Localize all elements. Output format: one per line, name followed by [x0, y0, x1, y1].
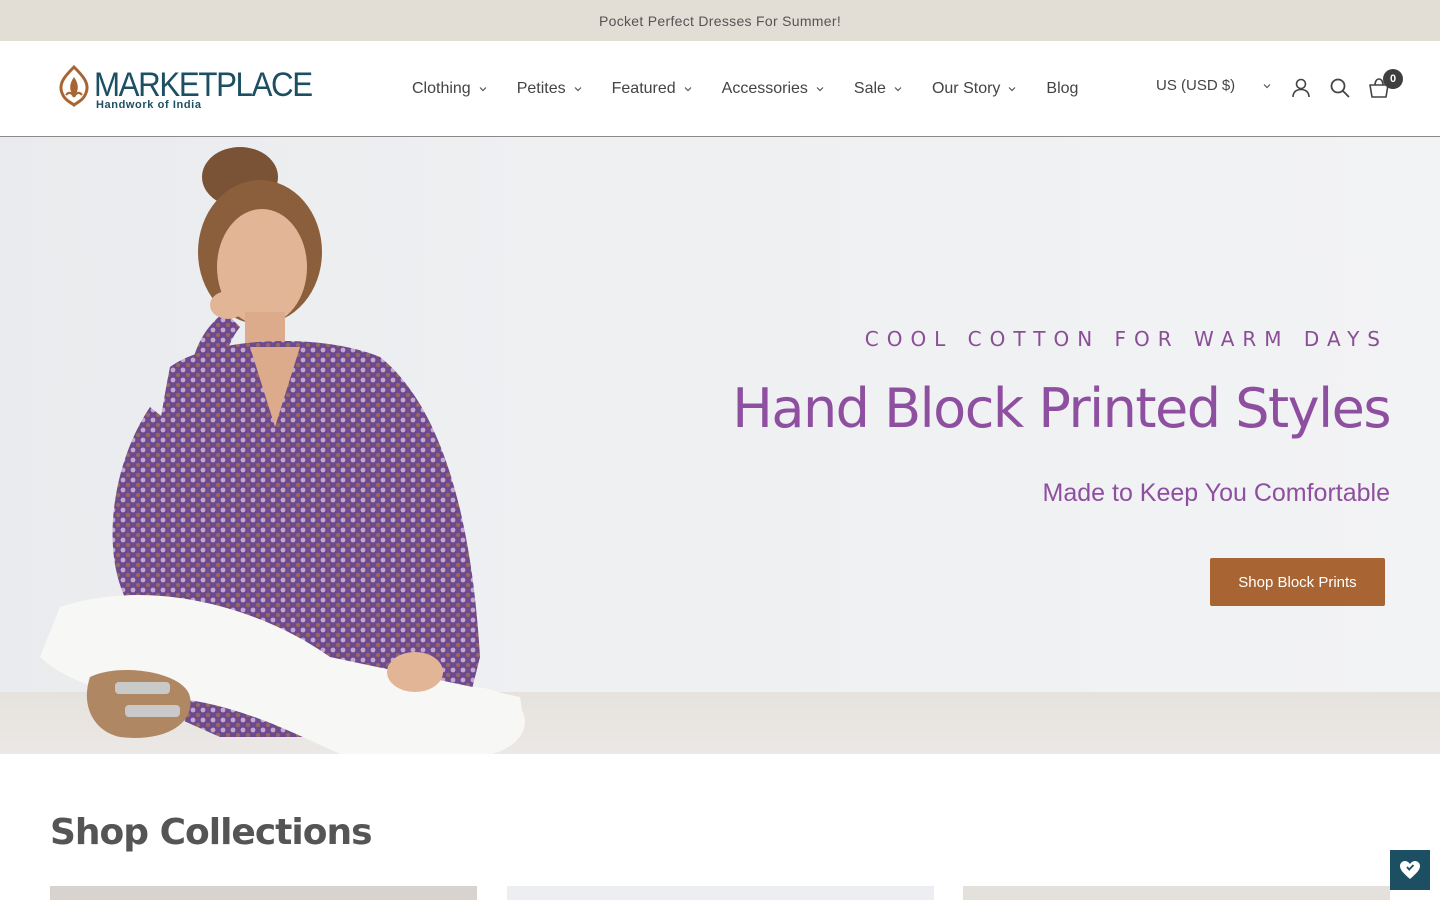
main-nav: Clothing Petites Featured Accessories Sa…: [412, 41, 1078, 137]
nav-item-our-story[interactable]: Our Story: [932, 80, 1016, 98]
heart-icon: [1400, 861, 1420, 879]
collection-card[interactable]: [50, 886, 477, 900]
nav-item-label: Accessories: [721, 80, 808, 97]
nav-item-label: Featured: [611, 80, 676, 97]
logo-title: MARKETPLACE: [94, 66, 313, 104]
announcement-bar: Pocket Perfect Dresses For Summer!: [0, 0, 1440, 41]
hero-model-image: [40, 147, 525, 754]
logo[interactable]: MARKETPLACE Handwork of India: [56, 65, 313, 115]
chevron-down-icon: [684, 87, 692, 92]
account-icon[interactable]: [1289, 76, 1313, 100]
nav-item-label: Clothing: [412, 80, 471, 97]
chevron-down-icon: [479, 87, 487, 92]
collection-card[interactable]: [507, 886, 934, 900]
currency-selector[interactable]: US (USD $): [1156, 77, 1271, 94]
lotus-logo-icon: [59, 65, 89, 107]
nav-item-label: Our Story: [931, 80, 1001, 97]
site-header: MARKETPLACE Handwork of India Clothing P…: [0, 41, 1440, 137]
chevron-down-icon: [1008, 87, 1016, 92]
collection-card[interactable]: [963, 886, 1390, 900]
nav-item-label: Blog: [1046, 80, 1079, 97]
nav-item-blog[interactable]: Blog: [1046, 80, 1078, 98]
wishlist-button[interactable]: [1390, 850, 1430, 890]
nav-item-accessories[interactable]: Accessories: [722, 80, 824, 98]
nav-item-petites[interactable]: Petites: [517, 80, 582, 98]
nav-item-sale[interactable]: Sale: [854, 80, 902, 98]
hero-subtitle: Made to Keep You Comfortable: [1042, 479, 1390, 507]
hero-title: Hand Block Printed Styles: [732, 377, 1391, 440]
announcement-text[interactable]: Pocket Perfect Dresses For Summer!: [599, 13, 841, 29]
chevron-down-icon: [894, 87, 902, 92]
cart-count-badge: 0: [1383, 69, 1403, 89]
shop-block-prints-button[interactable]: Shop Block Prints: [1210, 558, 1385, 606]
nav-item-label: Sale: [853, 80, 886, 97]
collections-title: Shop Collections: [50, 812, 373, 853]
nav-item-clothing[interactable]: Clothing: [412, 80, 487, 98]
logo-subtitle: Handwork of India: [96, 99, 202, 111]
hero-eyebrow: COOL COTTON FOR WARM DAYS: [864, 327, 1388, 351]
chevron-down-icon: [574, 87, 582, 92]
search-icon[interactable]: [1328, 76, 1352, 100]
hero-banner: COOL COTTON FOR WARM DAYS Hand Block Pri…: [0, 137, 1440, 754]
chevron-down-icon: [1263, 83, 1271, 88]
nav-item-featured[interactable]: Featured: [612, 80, 692, 98]
nav-item-label: Petites: [516, 80, 566, 97]
chevron-down-icon: [816, 87, 824, 92]
currency-label: US (USD $): [1156, 77, 1236, 94]
